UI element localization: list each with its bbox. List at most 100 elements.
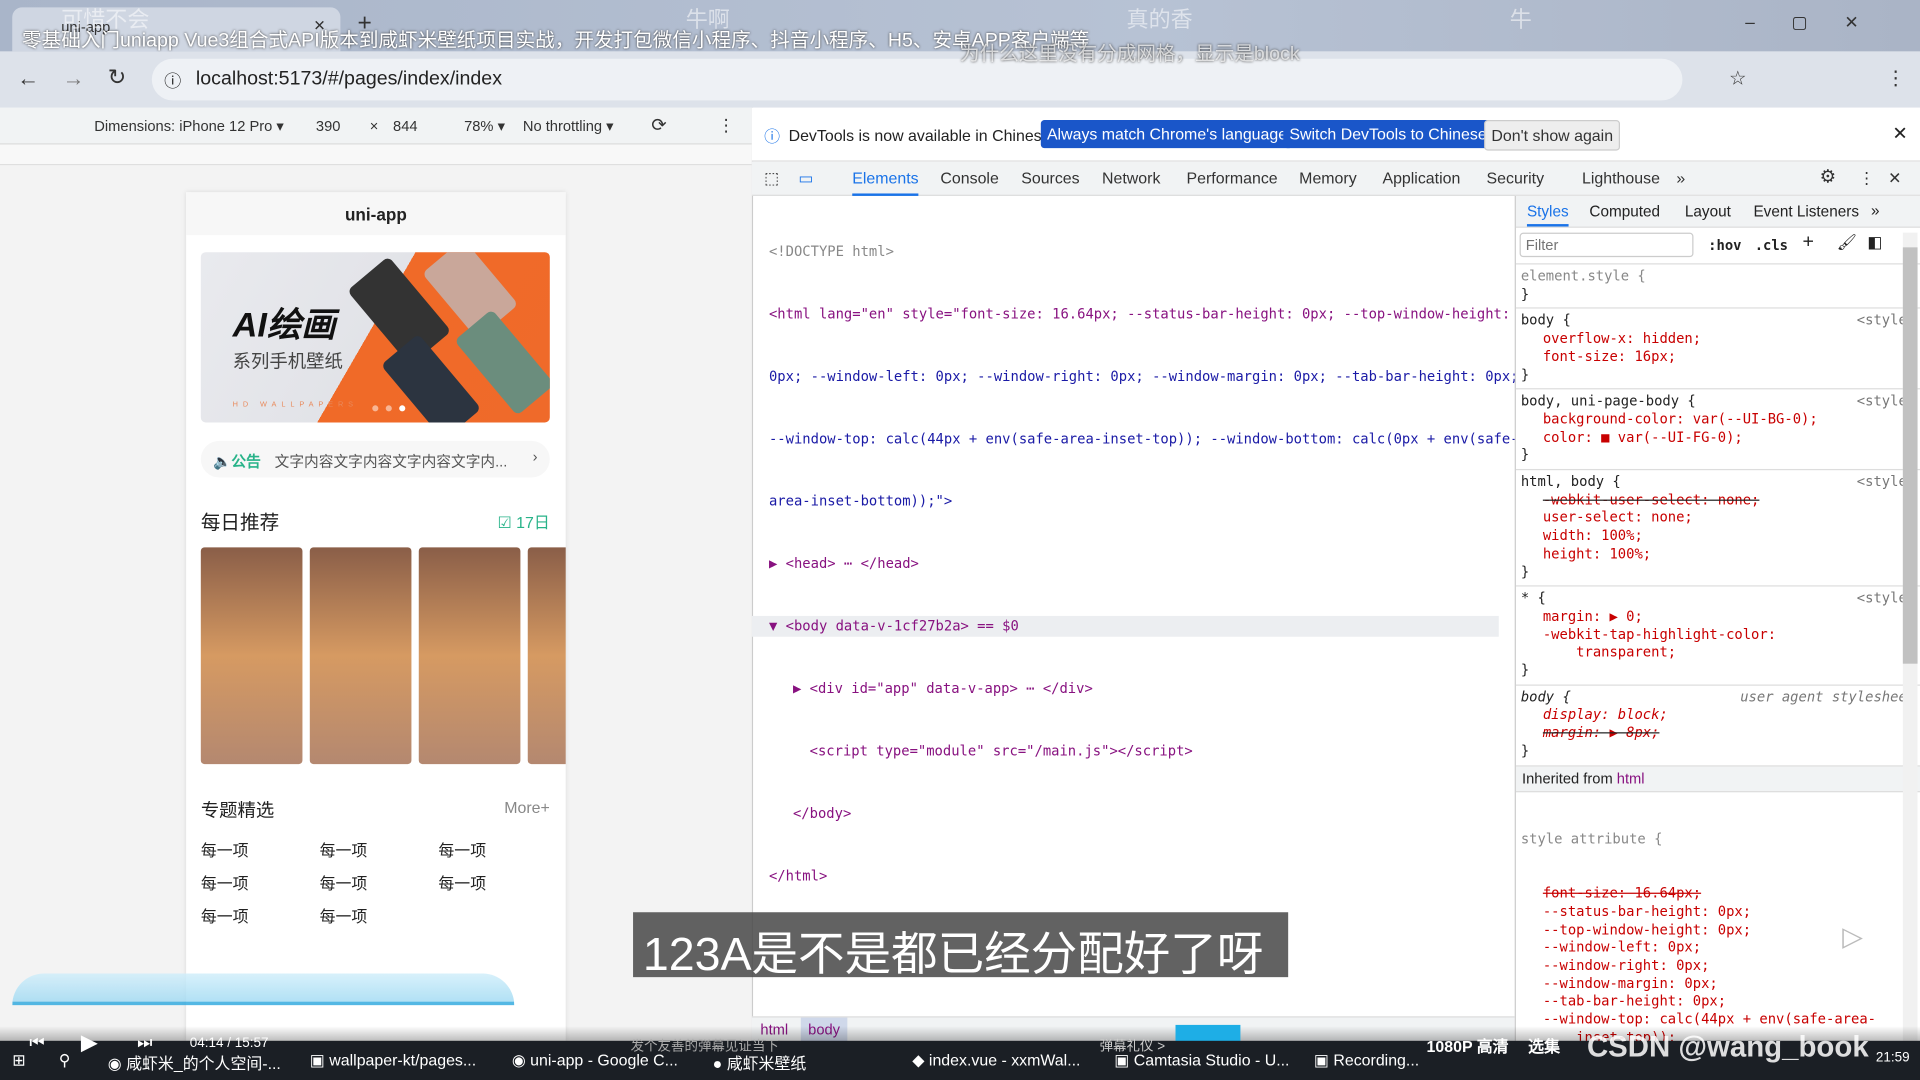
tab-elements[interactable]: Elements xyxy=(852,169,919,196)
topic-item[interactable]: 每一项 xyxy=(320,838,439,861)
wallpaper-thumb[interactable] xyxy=(418,547,521,765)
css-declaration[interactable]: margin: ▶ 8px; xyxy=(1521,725,1915,743)
css-declaration[interactable]: font-size: 16px; xyxy=(1521,349,1915,367)
css-declaration[interactable]: user-select: none; xyxy=(1521,510,1915,528)
css-declaration[interactable]: -webkit-tap-highlight-color: xyxy=(1521,627,1915,645)
taskbar-item[interactable]: ● 咸虾米壁纸 xyxy=(713,1051,807,1074)
tab-security[interactable]: Security xyxy=(1487,169,1545,187)
taskbar-item[interactable]: ◆ index.vue - xxmWal... xyxy=(912,1051,1080,1071)
close-devtools-icon[interactable]: ✕ xyxy=(1888,169,1901,189)
width-input[interactable]: 390 xyxy=(316,118,341,135)
more-tabs-icon[interactable]: » xyxy=(1676,169,1685,187)
dom-line[interactable]: ▶ <head> ⋯ </head> xyxy=(769,553,1519,574)
topic-item[interactable]: 每一项 xyxy=(438,838,557,861)
inherited-element[interactable]: html xyxy=(1617,770,1645,787)
reload-icon[interactable]: ↻ xyxy=(108,65,126,91)
height-input[interactable]: 844 xyxy=(393,118,418,135)
window-controls[interactable]: –▢✕ xyxy=(1745,12,1895,33)
hov-toggle[interactable]: :hov xyxy=(1708,235,1741,256)
match-language-button[interactable]: Always match Chrome's language xyxy=(1040,120,1294,149)
css-declaration[interactable]: height: 100%; xyxy=(1521,546,1915,564)
more-tabs-icon[interactable]: » xyxy=(1871,202,1880,219)
tab-computed[interactable]: Computed xyxy=(1589,203,1660,220)
tab-styles[interactable]: Styles xyxy=(1526,203,1569,227)
topic-item[interactable]: 每一项 xyxy=(201,838,320,861)
zoom-select[interactable]: 78% ▾ xyxy=(464,118,505,135)
taskbar-item[interactable]: ▣ wallpaper-kt/pages... xyxy=(310,1051,476,1071)
css-declaration[interactable]: background-color: var(--UI-BG-0); xyxy=(1521,411,1915,429)
devtools-menu-icon[interactable]: ⋮ xyxy=(1859,169,1875,189)
more-options-icon[interactable]: ⋮ xyxy=(718,115,735,136)
paint-brush-icon[interactable]: 🖌 xyxy=(1837,233,1857,253)
bookmark-star-icon[interactable]: ☆ xyxy=(1729,66,1747,90)
quality-select[interactable]: 1080P 高清 xyxy=(1427,1033,1509,1056)
styles-filter-input[interactable] xyxy=(1519,232,1694,258)
swiper-dots[interactable] xyxy=(372,405,406,412)
topic-more-link[interactable]: More+ xyxy=(504,798,550,816)
prev-icon[interactable]: ⏮ xyxy=(29,1032,44,1053)
taskbar-item[interactable]: ◉ uni-app - Google C... xyxy=(512,1051,678,1071)
dimensions-select[interactable]: Dimensions: iPhone 12 Pro ▾ xyxy=(94,118,284,135)
new-rule-icon[interactable]: + xyxy=(1802,231,1813,253)
scrollbar[interactable] xyxy=(1902,232,1918,1041)
topic-item[interactable]: 每一项 xyxy=(201,904,320,927)
episodes-button[interactable]: 选集 xyxy=(1528,1033,1560,1056)
switch-chinese-button[interactable]: Switch DevTools to Chinese xyxy=(1283,120,1493,149)
dom-line[interactable]: </html> xyxy=(769,866,1519,887)
wallpaper-thumb[interactable] xyxy=(527,547,566,765)
taskbar-item[interactable]: ▣ Recording... xyxy=(1314,1051,1419,1071)
back-icon[interactable]: ← xyxy=(17,66,39,92)
notice-bar[interactable]: 🔈公告 文字内容文字内容文字内容文字内... › xyxy=(200,440,550,478)
css-declaration[interactable]: transparent; xyxy=(1521,645,1915,663)
taskbar-item[interactable]: ▣ Camtasia Studio - U... xyxy=(1114,1051,1289,1071)
dom-line-selected[interactable]: ▼ <body data-v-1cf27b2a> == $0 xyxy=(751,615,1499,637)
inspect-icon[interactable]: ⬚ xyxy=(764,169,779,189)
throttling-select[interactable]: No throttling ▾ xyxy=(523,118,614,135)
rule-source[interactable]: user agent stylesheet xyxy=(1740,689,1915,707)
css-declaration[interactable]: display: block; xyxy=(1521,707,1915,725)
cls-toggle[interactable]: .cls xyxy=(1755,235,1788,256)
tab-application[interactable]: Application xyxy=(1382,169,1460,187)
css-declaration[interactable]: --window-margin: 0px; xyxy=(1521,975,1915,993)
search-icon[interactable]: ⚲ xyxy=(59,1051,71,1071)
site-info-icon[interactable]: ⓘ xyxy=(164,69,181,93)
dom-line[interactable]: </body> xyxy=(769,803,1519,824)
banner-swiper[interactable]: AI绘画 系列手机壁纸 HD WALLPAPERS xyxy=(200,252,550,423)
wallpaper-thumb[interactable] xyxy=(309,547,412,765)
device-toggle-icon[interactable]: ▭ xyxy=(798,169,813,189)
topic-item[interactable]: 每一项 xyxy=(320,904,439,927)
dom-line[interactable]: <html lang="en" style="font-size: 16.64p… xyxy=(769,304,1519,325)
tab-sources[interactable]: Sources xyxy=(1021,169,1079,187)
tab-layout[interactable]: Layout xyxy=(1685,203,1731,220)
css-declaration[interactable]: -webkit-user-select: none; xyxy=(1521,492,1915,510)
tab-event-listeners[interactable]: Event Listeners xyxy=(1753,203,1859,220)
play-icon[interactable]: ▶ xyxy=(81,1030,98,1056)
tab-console[interactable]: Console xyxy=(940,169,998,187)
topic-item[interactable]: 每一项 xyxy=(201,871,320,894)
css-declaration[interactable]: overflow-x: hidden; xyxy=(1521,331,1915,349)
tab-memory[interactable]: Memory xyxy=(1299,169,1356,187)
css-declaration[interactable]: width: 100%; xyxy=(1521,528,1915,546)
topic-item[interactable]: 每一项 xyxy=(438,871,557,894)
url-input[interactable]: ⓘ localhost:5173/#/pages/index/index xyxy=(151,58,1683,101)
taskbar-item[interactable]: ◉ 咸虾米_的个人空间-... xyxy=(108,1051,281,1074)
tab-lighthouse[interactable]: Lighthouse xyxy=(1582,169,1660,187)
windows-start-icon[interactable]: ⊞ xyxy=(12,1051,25,1071)
css-declaration[interactable]: --status-bar-height: 0px; xyxy=(1521,903,1915,921)
play-overlay-icon[interactable]: ▷ xyxy=(1824,920,1881,968)
css-declaration[interactable]: color: ■ var(--UI-FG-0); xyxy=(1521,429,1915,447)
sidebar-toggle-icon[interactable]: ◧ xyxy=(1867,233,1882,253)
dont-show-button[interactable]: Don't show again xyxy=(1484,120,1621,151)
settings-gear-icon[interactable]: ⚙ xyxy=(1820,165,1836,188)
close-infobar-icon[interactable]: ✕ xyxy=(1892,122,1907,145)
dom-line[interactable]: <!DOCTYPE html> xyxy=(769,241,1519,262)
tab-network[interactable]: Network xyxy=(1102,169,1160,187)
css-declaration[interactable]: font-size: 16.64px; xyxy=(1521,885,1915,903)
topic-item[interactable]: 每一项 xyxy=(320,871,439,894)
forward-icon[interactable]: → xyxy=(62,66,84,92)
rotate-icon[interactable]: ⟳ xyxy=(651,114,666,136)
dom-line[interactable]: <script type="module" src="/main.js"></s… xyxy=(769,741,1519,762)
wallpaper-thumb[interactable] xyxy=(200,547,303,765)
tab-performance[interactable]: Performance xyxy=(1187,169,1278,187)
css-declaration[interactable]: --tab-bar-height: 0px; xyxy=(1521,993,1915,1011)
